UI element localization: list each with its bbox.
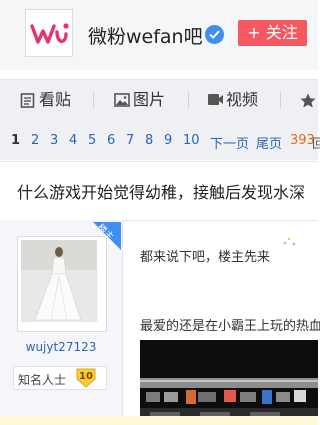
video-icon <box>208 94 223 105</box>
tab-bar: 看贴 图片 视频 <box>0 79 318 121</box>
pagination: 1 2 3 4 5 6 7 8 9 10 下一页 尾页 393 回 <box>0 120 320 160</box>
page-link[interactable]: 6 <box>107 133 115 148</box>
forum-logo[interactable] <box>25 9 73 57</box>
post-text-line: 最爱的还是在小霸王上玩的热血 <box>140 319 320 334</box>
forum-header: 微粉wefan吧 + 关注 <box>0 0 318 70</box>
image-icon <box>114 93 130 107</box>
forum-name[interactable]: 微粉wefan吧 <box>88 22 203 49</box>
tab-images-label: 图片 <box>133 90 166 109</box>
post-username[interactable]: wujyt27123 <box>0 340 122 354</box>
page-link[interactable]: 10 <box>183 133 200 148</box>
thread-title: 什么游戏开始觉得幼稚，接触后发现水深 <box>17 183 306 202</box>
user-title-box: 知名人士 10 <box>13 366 107 390</box>
page-link[interactable]: 8 <box>145 133 153 148</box>
game-screenshot <box>140 340 318 425</box>
tab-posts-label: 看贴 <box>39 90 72 109</box>
page-link[interactable]: 4 <box>69 133 77 148</box>
level-badge: 10 <box>75 368 97 388</box>
tab-divider <box>93 92 94 108</box>
tab-divider <box>188 92 189 108</box>
wei-logo-icon <box>30 23 69 44</box>
next-page-link[interactable]: 下一页 <box>210 133 249 152</box>
tab-divider <box>280 92 281 108</box>
bottom-strip <box>0 416 318 425</box>
post-author-panel: 知名人士 10 <box>0 220 123 425</box>
document-icon <box>20 93 35 108</box>
reply-count-suffix: 回 <box>312 137 320 152</box>
thread-title-bar: 什么游戏开始觉得幼稚，接触后发现水深 <box>0 161 318 221</box>
post-text-line: 都来说下吧，楼主先来 <box>140 250 271 265</box>
page-link[interactable]: 7 <box>126 133 134 148</box>
level-number: 10 <box>79 371 93 382</box>
page-link[interactable]: 3 <box>50 133 58 148</box>
page-link[interactable]: 9 <box>164 133 172 148</box>
tab-videos-label: 视频 <box>226 90 259 109</box>
page-current: 1 <box>11 133 21 148</box>
avatar-image <box>21 240 97 322</box>
last-page-link[interactable]: 尾页 <box>256 133 282 152</box>
star-icon <box>300 93 316 108</box>
page-link[interactable]: 5 <box>88 133 96 148</box>
verified-icon <box>205 25 224 44</box>
sparkle-icon <box>283 237 296 246</box>
op-badge: 楼主 <box>93 222 121 250</box>
avatar[interactable] <box>17 236 107 332</box>
post-image[interactable] <box>140 340 318 425</box>
user-title: 知名人士 <box>18 373 67 387</box>
follow-button[interactable]: + 关注 <box>238 20 307 46</box>
page-link[interactable]: 2 <box>31 133 39 148</box>
